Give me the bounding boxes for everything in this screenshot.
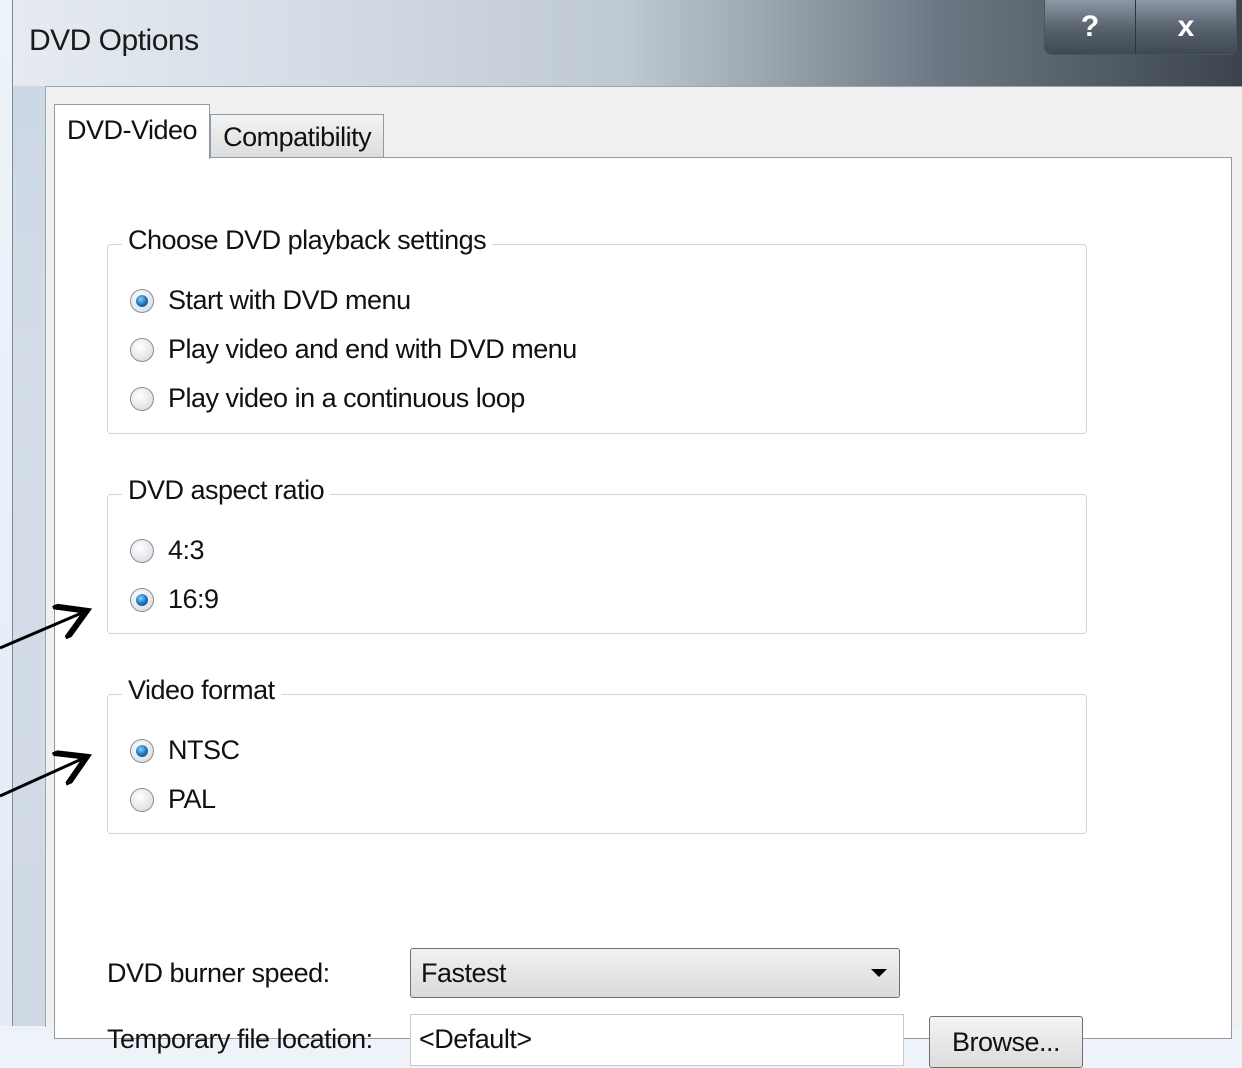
tab-compatibility[interactable]: Compatibility xyxy=(210,114,385,159)
tab-panel-dvd-video: Choose DVD playback settings Start with … xyxy=(54,157,1232,1068)
radio-label: NTSC xyxy=(168,735,240,765)
title-bar[interactable]: DVD Options ? x xyxy=(13,0,1242,86)
radio-unselected-icon[interactable] xyxy=(130,337,154,362)
radio-label: Play video in a continuous loop xyxy=(168,383,525,413)
caption-buttons: ? x xyxy=(1044,0,1237,55)
aspect-ratio-legend: DVD aspect ratio xyxy=(122,475,331,506)
tab-strip: DVD-Video Compatibility xyxy=(54,103,385,159)
browse-button[interactable]: Browse... xyxy=(929,1016,1083,1068)
temp-location-input[interactable]: <Default> xyxy=(410,1014,904,1066)
radio-label: Start with DVD menu xyxy=(168,285,411,315)
radio-label: PAL xyxy=(168,784,216,814)
window-title: DVD Options xyxy=(29,24,199,57)
burner-speed-label: DVD burner speed: xyxy=(107,958,330,988)
temp-location-label: Temporary file location: xyxy=(107,1024,373,1054)
aspect-ratio-group: DVD aspect ratio 4:3 16:9 xyxy=(107,475,1087,634)
playback-settings-legend: Choose DVD playback settings xyxy=(122,225,493,256)
radio-start-with-menu[interactable]: Start with DVD menu xyxy=(130,285,411,316)
tab-dvd-video[interactable]: DVD-Video xyxy=(54,104,211,159)
radio-selected-icon[interactable] xyxy=(130,288,154,313)
playback-settings-group: Choose DVD playback settings Start with … xyxy=(107,225,1087,434)
radio-aspect-16-9[interactable]: 16:9 xyxy=(130,584,219,615)
radio-pal[interactable]: PAL xyxy=(130,784,216,815)
radio-ntsc[interactable]: NTSC xyxy=(130,735,240,766)
radio-label: Play video and end with DVD menu xyxy=(168,334,577,364)
close-button[interactable]: x xyxy=(1135,0,1236,54)
burner-speed-value: Fastest xyxy=(421,958,507,988)
dialog-client-area: DVD-Video Compatibility Choose DVD playb… xyxy=(45,86,1242,1068)
radio-unselected-icon[interactable] xyxy=(130,538,154,563)
radio-unselected-icon[interactable] xyxy=(130,787,154,812)
radio-selected-icon[interactable] xyxy=(130,587,154,612)
radio-label: 4:3 xyxy=(168,535,205,565)
video-format-legend: Video format xyxy=(122,675,281,706)
radio-unselected-icon[interactable] xyxy=(130,386,154,411)
burner-speed-dropdown[interactable]: Fastest xyxy=(410,948,900,998)
dvd-options-window: DVD Options ? x DVD-Video Compatibility … xyxy=(12,0,1242,1068)
radio-label: 16:9 xyxy=(168,584,219,614)
chevron-down-icon[interactable] xyxy=(871,969,887,977)
radio-aspect-4-3[interactable]: 4:3 xyxy=(130,535,205,566)
radio-play-end-with-menu[interactable]: Play video and end with DVD menu xyxy=(130,334,577,365)
radio-selected-icon[interactable] xyxy=(130,738,154,763)
video-format-group: Video format NTSC PAL xyxy=(107,675,1087,834)
radio-continuous-loop[interactable]: Play video in a continuous loop xyxy=(130,383,525,414)
help-button[interactable]: ? xyxy=(1045,0,1135,54)
